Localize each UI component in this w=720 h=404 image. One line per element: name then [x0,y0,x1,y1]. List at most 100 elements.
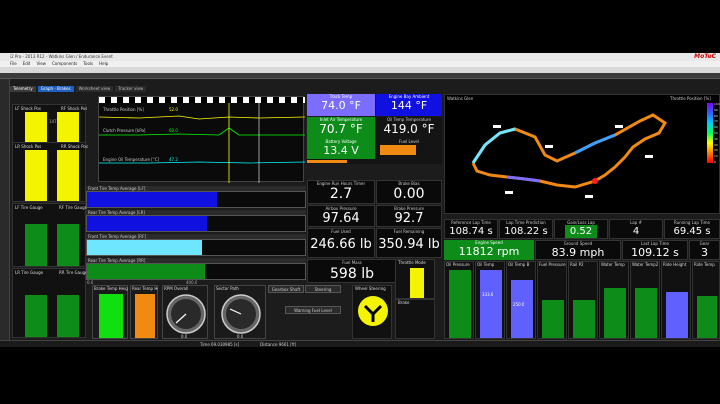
tile-value: 598 lb [330,266,374,282]
map-label-box [545,145,553,148]
tab-telemetry[interactable]: Telemetry [10,86,36,92]
gauge-label: RPM Overall [164,286,189,291]
bar-label: Oil Pressure [446,262,470,267]
tile-fuel-level: Fuel Level [376,139,442,159]
gauge-label: Sector Path [216,286,239,291]
steering-button[interactable]: Steering [305,285,341,293]
track-segment-violet [506,175,541,183]
bar-oil-temp: Oil Temp 333.6 [475,261,505,339]
gauge-label: Brake Temp Height [94,286,128,291]
time-graph[interactable]: Throttle Position [%] Clutch Pressure [k… [98,96,305,183]
track-map [471,113,668,198]
bar-fill [511,280,533,338]
dial-svg [221,294,261,334]
bar-label: Water Temp [601,262,625,267]
tab-tracker[interactable]: Tracker view [115,86,147,92]
tile-divider-orange [307,159,442,164]
tile-value: 92.7 [394,211,424,226]
tile-running-lap: Running Lap Time 69.45 s [664,219,720,239]
track-segment-blue [471,127,516,164]
panel-label-2: RF Tire Gauge [59,205,88,210]
rpm-overall-dial: RPM Overall 0.0 [162,285,208,339]
bar-label: Ride Temp [694,262,715,267]
tile-brake-bias: Brake Bias 0.00 [376,180,442,204]
throttle-label: Throttle Mode [398,260,426,265]
bar-fill [697,296,717,338]
tile-airbox-pressure: Airbox Pressure 97.64 [307,205,375,227]
front-tire-panel: LF Tire Gauge RF Tire Gauge [12,203,88,267]
bar-fill [542,300,564,338]
lap-row-2: Engine Speed 11812 rpm Ground Speed 83.9… [444,240,720,260]
dial-value: 0.0 [181,334,188,339]
tile-gain-loss: Gain/Loss Lap 0.52 [554,219,608,239]
wheel-steering-panel: Wheel Steering [352,285,392,339]
tile-battery: Battery Voltage 13.4 V [307,139,375,159]
legend-value: 10 [714,154,718,159]
bar-value: 333.6 [482,292,494,297]
tile-value: 2.7 [329,186,353,202]
bar-water-temp2: Water Temp2 [630,261,660,339]
tile-value: 13.4 V [323,144,359,157]
tile-reference-lap: Reference Lap Time 108.74 s [444,219,498,239]
tile-value: 97.64 [322,211,360,226]
tile-engine-bay: Engine Bay Ambient 144 °F [376,94,442,116]
tile-value: 109.12 s [631,246,679,259]
track-segment-teal [574,133,616,155]
tile-value: 70.7 °F [319,122,363,136]
panel-label-2: RR Shock Pos [61,144,88,149]
lap-row-1: Reference Lap Time 108.74 s Lap Time Pre… [444,219,720,239]
tire-temp-bar-track [86,215,306,232]
rf-tire-bar [57,224,79,266]
tile-value: 246.66 lb [310,237,372,252]
tire-temp-bar-track [86,263,306,280]
brake-panel: Brake [395,299,435,339]
orange-indicator [307,160,347,163]
tab-bar: Telemetry Graph - Brakes Worksheet view … [10,86,300,92]
panel-label-2: RR Tire Gauge [59,270,88,275]
tire-temp-bar-fill [87,216,207,231]
bar-ride-height: Ride Height [661,261,691,339]
legend-value: 60 [714,125,718,130]
track-map-panel[interactable]: Watkins Glen Throttle Position [%] 100 9… [444,94,720,214]
map-legend-scale: 100 90 80 70 60 50 40 30 20 10 0 [714,102,720,164]
warning-fuel-level-button[interactable]: Warning Fuel Level [285,306,341,314]
tile-engine-run-hours: Engine Run Hours Timer 2.7 [307,180,375,204]
wheel-label: Wheel Steering [355,286,386,291]
panel-label: LR Shock Pos [15,144,42,149]
status-time: Time 69.030985 [s] [200,342,240,347]
dial-value: 0.0 [237,334,244,339]
car-position-marker [592,178,598,184]
tile-last-lap: Last Lap Time 109.12 s [622,240,688,260]
brand-logo: MoTeC [694,53,716,60]
throttle-mode-panel: Throttle Mode [395,259,435,299]
trace-throttle [99,115,305,120]
tire-temp-bar-track [86,191,306,208]
tile-fuel-remaining: Fuel Remaining 350.94 lb [376,228,442,258]
gauge-fill-green [99,294,123,338]
tab-worksheet[interactable]: Worksheet view [75,86,114,92]
gearbox-shaft-button[interactable]: Gearbox Shaft [268,285,304,293]
timeline-strip[interactable] [0,73,720,79]
panel-label: LF Tire Gauge [15,205,43,210]
bar-oil-temp-b: Oil Temp B 250.0 [506,261,536,339]
bar-value: 250.0 [513,302,525,307]
legend-value: 90 [714,107,718,112]
map-label-box [645,155,653,158]
bar-label: Ride Height [663,262,687,267]
tile-value: 144 °F [390,99,428,112]
track-outline [471,113,668,189]
map-label-box [585,195,593,198]
legend-value: 50 [714,130,718,135]
tab-graph-brakes[interactable]: Graph - Brakes [37,86,74,92]
rr-tire-bar [57,295,79,337]
gauge-fill-orange [135,294,155,338]
legend-value: 20 [714,148,718,153]
bar-ride-temp: Ride Temp [692,261,720,339]
sector-path-dial: Sector Path 0.0 [214,285,266,339]
bar-label: Rail P2 [570,262,584,267]
tile-engine-speed: Engine Speed 11812 rpm [444,240,534,260]
bar-fill [604,288,626,338]
bar-oil-pressure: Oil Pressure [444,261,474,339]
brake-label: Brake [398,300,410,305]
panel-label-2: RF Shock Pos [61,106,88,111]
